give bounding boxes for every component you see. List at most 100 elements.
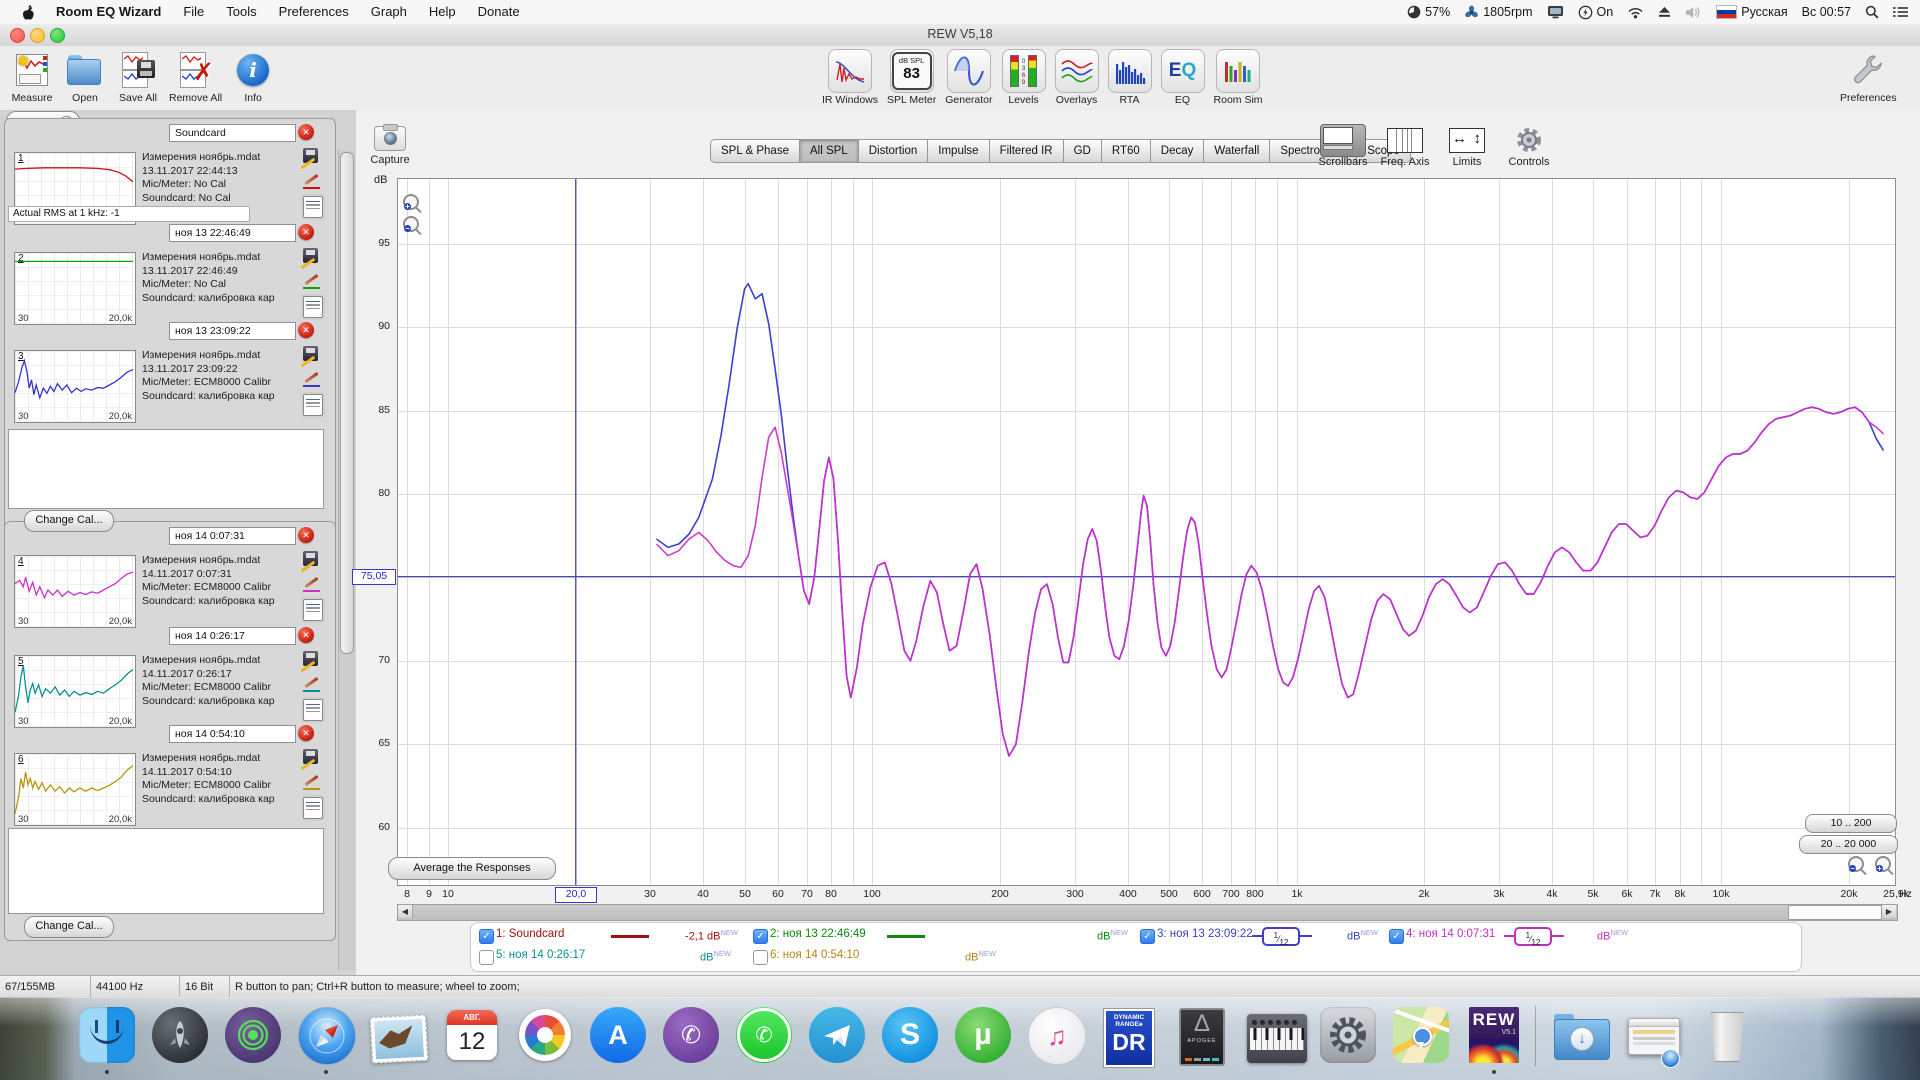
- spotlight-menu[interactable]: [1865, 5, 1879, 19]
- dock-rew-icon[interactable]: REWV5.1: [1466, 1007, 1522, 1063]
- toolbar-rta-button[interactable]: RTA: [1108, 49, 1152, 106]
- wifi-menu[interactable]: [1627, 6, 1644, 19]
- toolbar-open-button[interactable]: Open: [63, 49, 107, 104]
- legend-checkbox[interactable]: ✓: [479, 929, 494, 944]
- graph-zoom-out-button[interactable]: −: [1848, 856, 1864, 872]
- notes-icon[interactable]: [303, 196, 321, 214]
- dock-finder-icon[interactable]: [79, 1007, 135, 1063]
- measurement-title-field[interactable]: ноя 14 0:07:31: [169, 527, 296, 545]
- toolbar-ir-windows-button[interactable]: IR Windows: [822, 49, 878, 106]
- measurement-title-field[interactable]: Soundcard: [169, 124, 296, 142]
- dock-tor-icon[interactable]: [225, 1007, 281, 1063]
- legend-checkbox[interactable]: [753, 950, 768, 965]
- battery-status[interactable]: 57%: [1407, 5, 1450, 19]
- delete-measurement-button[interactable]: ✕: [298, 124, 314, 140]
- graph-zoom-in-button[interactable]: +: [1875, 856, 1891, 872]
- menu-item-graph[interactable]: Graph: [360, 0, 418, 24]
- power-status[interactable]: On: [1578, 5, 1614, 20]
- delete-measurement-button[interactable]: ✕: [298, 725, 314, 741]
- menu-item-app[interactable]: Room EQ Wizard: [45, 0, 172, 24]
- scrollbars-button[interactable]: Scrollbars: [1312, 126, 1374, 168]
- plot-h-scrollbar-thumb[interactable]: [1788, 905, 1882, 920]
- eject-menu[interactable]: [1658, 6, 1671, 18]
- measurement-title-field[interactable]: ноя 14 0:54:10: [169, 725, 296, 743]
- notification-center-menu[interactable]: [1893, 6, 1908, 18]
- tab-filtered-ir[interactable]: Filtered IR: [990, 139, 1064, 163]
- dock-viber-icon[interactable]: ✆: [663, 1007, 719, 1063]
- measurement-title-field[interactable]: ноя 13 23:09:22: [169, 322, 296, 340]
- dock-midi-keyboard-icon[interactable]: [1247, 1007, 1303, 1063]
- dock-appstore-icon[interactable]: A: [590, 1007, 646, 1063]
- change-cal-button[interactable]: Change Cal...: [24, 510, 114, 532]
- average-responses-button[interactable]: Average the Responses: [388, 857, 556, 880]
- trace-pencil-icon[interactable]: [303, 272, 321, 290]
- dock-apogee-icon[interactable]: ∆APOGEE: [1174, 1007, 1230, 1063]
- apple-menu[interactable]: [12, 5, 45, 20]
- dock-system-preferences-icon[interactable]: [1320, 1007, 1376, 1063]
- dock-calendar-icon[interactable]: АВГ.12: [444, 1007, 500, 1063]
- fan-speed[interactable]: 1805rpm: [1464, 5, 1532, 20]
- dock-photos-icon[interactable]: [517, 1007, 573, 1063]
- toolbar-spl-meter-button[interactable]: dB SPL83SPL Meter: [887, 49, 936, 106]
- legend-checkbox[interactable]: [479, 950, 494, 965]
- edit-save-icon[interactable]: [303, 248, 321, 266]
- dock-launchpad-icon[interactable]: [152, 1007, 208, 1063]
- delete-measurement-button[interactable]: ✕: [298, 322, 314, 338]
- input-language[interactable]: Русская: [1716, 5, 1787, 19]
- toolbar-room-sim-button[interactable]: Room Sim: [1214, 49, 1263, 106]
- change-cal-button[interactable]: Change Cal...: [24, 916, 114, 938]
- measurement-thumbnail[interactable]: 23020,0k: [14, 252, 136, 325]
- dock-maps-icon[interactable]: [1393, 1007, 1449, 1063]
- tab-distortion[interactable]: Distortion: [859, 139, 929, 163]
- toolbar-overlays-button[interactable]: Overlays: [1055, 49, 1099, 106]
- measurement-title-field[interactable]: ноя 13 22:46:49: [169, 224, 296, 242]
- delete-measurement-button[interactable]: ✕: [298, 224, 314, 240]
- tab-all-spl[interactable]: All SPL: [800, 139, 859, 163]
- notes-icon[interactable]: [303, 599, 321, 617]
- tab-impulse[interactable]: Impulse: [928, 139, 989, 163]
- toolbar-info-button[interactable]: iInfo: [231, 49, 275, 104]
- toolbar-levels-button[interactable]: 0369Levels: [1002, 49, 1046, 106]
- edit-save-icon[interactable]: [303, 148, 321, 166]
- tab-spl-phase[interactable]: SPL & Phase: [710, 139, 800, 163]
- measurement-thumbnail[interactable]: 53020,0k: [14, 655, 136, 728]
- menu-item-file[interactable]: File: [172, 0, 215, 24]
- trace-pencil-icon[interactable]: [303, 370, 321, 388]
- spl-plot[interactable]: [397, 178, 1896, 886]
- dock-utorrent-icon[interactable]: µ: [955, 1007, 1011, 1063]
- edit-save-icon[interactable]: [303, 346, 321, 364]
- range-20-20000-button[interactable]: 20 .. 20 000: [1799, 835, 1898, 854]
- delete-measurement-button[interactable]: ✕: [298, 627, 314, 643]
- menu-item-donate[interactable]: Donate: [467, 0, 531, 24]
- measurement-card-5[interactable]: ноя 14 0:26:17✕53020,0kИзмерения ноябрь.…: [4, 625, 334, 725]
- measurement-thumbnail[interactable]: 63020,0k: [14, 753, 136, 826]
- dock-downloads-icon[interactable]: ↓: [1553, 1007, 1609, 1063]
- notes-icon[interactable]: [303, 394, 321, 412]
- legend-checkbox[interactable]: ✓: [1389, 929, 1404, 944]
- trace-pencil-icon[interactable]: [303, 172, 321, 190]
- measurement-thumbnail[interactable]: 43020,0k: [14, 555, 136, 628]
- measurement-title-field[interactable]: ноя 14 0:26:17: [169, 627, 296, 645]
- toolbar-generator-button[interactable]: Generator: [945, 49, 992, 106]
- dock-whatsapp-icon[interactable]: ✆: [736, 1007, 792, 1063]
- menu-item-preferences[interactable]: Preferences: [268, 0, 360, 24]
- measurement-card-3[interactable]: ноя 13 23:09:22✕33020,0kИзмерения ноябрь…: [4, 320, 334, 420]
- plot-zoom-out-button[interactable]: −: [403, 216, 419, 232]
- menu-item-help[interactable]: Help: [418, 0, 467, 24]
- toolbar-preferences-button[interactable]: Preferences: [1840, 49, 1897, 104]
- plot-zoom-in-button[interactable]: +: [403, 194, 419, 210]
- edit-save-icon[interactable]: [303, 551, 321, 569]
- toolbar-measure-button[interactable]: ✹Measure: [10, 49, 54, 104]
- dock-safari-icon[interactable]: [298, 1007, 354, 1063]
- dock-skype-icon[interactable]: S: [882, 1007, 938, 1063]
- measurement-card-4[interactable]: ноя 14 0:07:31✕43020,0kИзмерения ноябрь.…: [4, 525, 334, 625]
- notes-icon[interactable]: [303, 699, 321, 717]
- measurement-card-2[interactable]: ноя 13 22:46:49✕23020,0kИзмерения ноябрь…: [4, 222, 334, 322]
- delete-measurement-button[interactable]: ✕: [298, 527, 314, 543]
- menu-clock[interactable]: Вс 00:57: [1802, 5, 1851, 19]
- dock-minimized-window-icon[interactable]: [1626, 1007, 1682, 1063]
- capture-button[interactable]: Capture: [362, 126, 418, 166]
- plot-h-scrollbar-track[interactable]: [397, 904, 1898, 921]
- controls-button[interactable]: Controls: [1498, 126, 1560, 168]
- toolbar-remove-all-button[interactable]: ✗Remove All: [169, 49, 222, 104]
